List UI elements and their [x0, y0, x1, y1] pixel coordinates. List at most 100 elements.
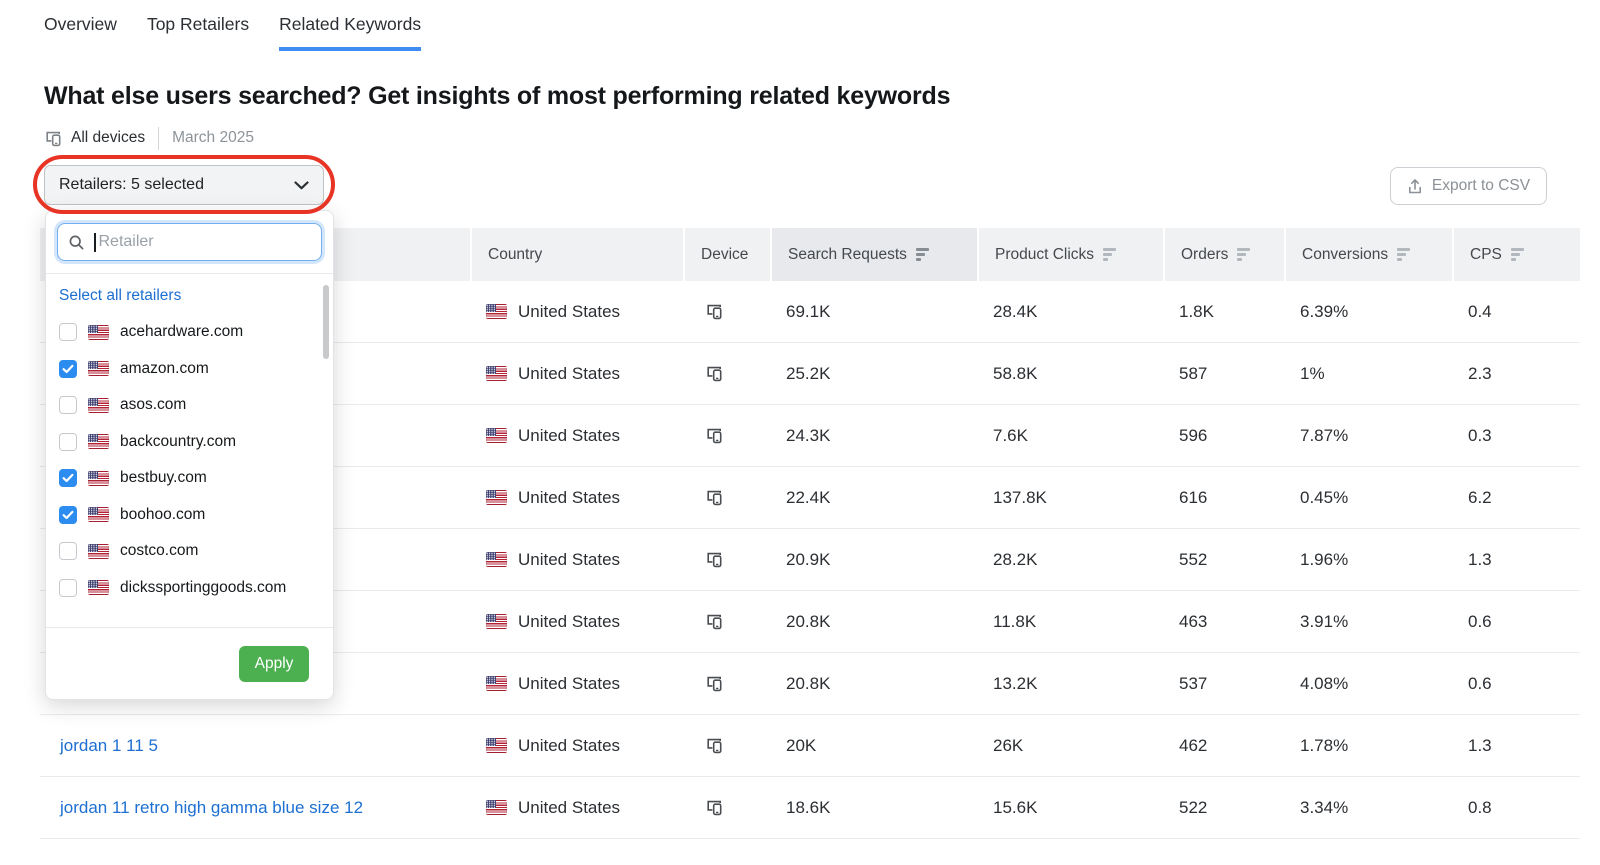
- cps-value: 0.3: [1452, 405, 1580, 466]
- column-header-label: Conversions: [1302, 246, 1388, 264]
- checkbox[interactable]: [59, 506, 77, 524]
- search-requests-value: 20.8K: [770, 653, 977, 714]
- column-header-label: Search Requests: [788, 246, 907, 264]
- cps-value: 6.2: [1452, 467, 1580, 528]
- retailer-option[interactable]: backcountry.com: [46, 424, 333, 461]
- cps-value: 0.6: [1452, 591, 1580, 652]
- country-label: United States: [518, 612, 620, 632]
- related-keywords-page: Overview Top Retailers Related Keywords …: [0, 0, 1600, 865]
- retailer-options: acehardware.com amazon.com asos.com back…: [46, 314, 333, 606]
- search-icon: [68, 234, 85, 251]
- product-clicks-value: 58.8K: [977, 343, 1163, 404]
- checkbox[interactable]: [59, 396, 77, 414]
- orders-value: 537: [1163, 653, 1284, 714]
- retailer-option[interactable]: boohoo.com: [46, 497, 333, 534]
- export-csv-button[interactable]: Export to CSV: [1390, 167, 1547, 205]
- orders-value: 587: [1163, 343, 1284, 404]
- cps-value: 1.3: [1452, 529, 1580, 590]
- scrollbar-thumb[interactable]: [323, 285, 329, 359]
- us-flag-icon: [88, 507, 109, 522]
- product-clicks-value: 28.4K: [977, 281, 1163, 342]
- product-clicks-value: 11.8K: [977, 591, 1163, 652]
- column-header-orders[interactable]: Orders: [1163, 228, 1284, 281]
- device-icon: [705, 798, 724, 817]
- sort-icon[interactable]: [1237, 248, 1250, 261]
- dropdown-footer: Apply: [46, 627, 333, 699]
- checkbox[interactable]: [59, 433, 77, 451]
- us-flag-icon: [88, 544, 109, 559]
- chevron-down-icon: [294, 181, 309, 190]
- retailer-option-label: asos.com: [120, 396, 186, 414]
- retailer-option[interactable]: asos.com: [46, 387, 333, 424]
- keyword-link[interactable]: jordan 11 retro high gamma blue size 12: [60, 798, 363, 818]
- orders-value: 1.8K: [1163, 281, 1284, 342]
- checkbox[interactable]: [59, 360, 77, 378]
- retailer-option[interactable]: acehardware.com: [46, 314, 333, 351]
- tab-overview[interactable]: Overview: [44, 14, 117, 51]
- us-flag-icon: [486, 614, 507, 629]
- search-requests-value: 20.9K: [770, 529, 977, 590]
- retailers-dropdown-button[interactable]: Retailers: 5 selected: [44, 165, 324, 205]
- export-csv-label: Export to CSV: [1432, 177, 1530, 195]
- column-header-country: Country: [470, 228, 683, 281]
- sort-icon[interactable]: [916, 248, 929, 261]
- sort-icon[interactable]: [1397, 248, 1410, 261]
- conversions-value: 3.34%: [1284, 777, 1452, 838]
- cps-value: 0.6: [1452, 653, 1580, 714]
- search-requests-value: 69.1K: [770, 281, 977, 342]
- column-header-conversions[interactable]: Conversions: [1284, 228, 1452, 281]
- search-requests-value: 20K: [770, 715, 977, 776]
- conversions-value: 6.39%: [1284, 281, 1452, 342]
- column-header-product-clicks[interactable]: Product Clicks: [977, 228, 1163, 281]
- retailer-option-label: boohoo.com: [120, 506, 205, 524]
- retailer-option[interactable]: amazon.com: [46, 351, 333, 388]
- retailer-option-label: amazon.com: [120, 360, 209, 378]
- period-label: March 2025: [172, 129, 254, 147]
- tab-top-retailers[interactable]: Top Retailers: [147, 14, 249, 51]
- country-label: United States: [518, 550, 620, 570]
- device-icon: [705, 488, 724, 507]
- orders-value: 522: [1163, 777, 1284, 838]
- product-clicks-value: 26K: [977, 715, 1163, 776]
- country-label: United States: [518, 488, 620, 508]
- retailer-search-input[interactable]: Retailer: [57, 223, 322, 261]
- product-clicks-value: 7.6K: [977, 405, 1163, 466]
- keyword-link[interactable]: jordan 1 11 5: [60, 736, 158, 756]
- filter-divider: [158, 127, 159, 150]
- conversions-value: 1%: [1284, 343, 1452, 404]
- column-header-cps[interactable]: CPS: [1452, 228, 1580, 281]
- checkbox[interactable]: [59, 579, 77, 597]
- orders-value: 616: [1163, 467, 1284, 528]
- retailer-option[interactable]: costco.com: [46, 533, 333, 570]
- retailer-option-label: bestbuy.com: [120, 469, 207, 487]
- column-header-label: Orders: [1181, 246, 1228, 264]
- apply-button[interactable]: Apply: [239, 646, 309, 682]
- orders-value: 596: [1163, 405, 1284, 466]
- us-flag-icon: [486, 676, 507, 691]
- us-flag-icon: [486, 428, 507, 443]
- sort-icon[interactable]: [1511, 248, 1524, 261]
- select-all-retailers-link[interactable]: Select all retailers: [46, 274, 333, 310]
- tab-related-keywords[interactable]: Related Keywords: [279, 14, 421, 51]
- column-header-label: Device: [701, 246, 748, 264]
- us-flag-icon: [88, 580, 109, 595]
- export-icon: [1407, 178, 1423, 195]
- retailer-option[interactable]: dickssportinggoods.com: [46, 570, 333, 607]
- retailer-option[interactable]: bestbuy.com: [46, 460, 333, 497]
- retailer-option-label: backcountry.com: [120, 433, 236, 451]
- checkbox[interactable]: [59, 469, 77, 487]
- sort-icon[interactable]: [1103, 248, 1116, 261]
- retailer-option-label: dickssportinggoods.com: [120, 579, 286, 597]
- column-header-label: Product Clicks: [995, 246, 1094, 264]
- retailer-search-section: Retailer: [46, 211, 333, 274]
- checkbox[interactable]: [59, 323, 77, 341]
- search-requests-value: 24.3K: [770, 405, 977, 466]
- device-icon: [705, 426, 724, 445]
- us-flag-icon: [486, 490, 507, 505]
- conversions-value: 3.91%: [1284, 591, 1452, 652]
- column-header-search-requests[interactable]: Search Requests: [770, 228, 977, 281]
- checkbox[interactable]: [59, 542, 77, 560]
- page-title: What else users searched? Get insights o…: [44, 82, 950, 111]
- table-row: jordan 11 retro high gamma blue size 12 …: [40, 777, 1580, 839]
- column-header-device: Device: [683, 228, 770, 281]
